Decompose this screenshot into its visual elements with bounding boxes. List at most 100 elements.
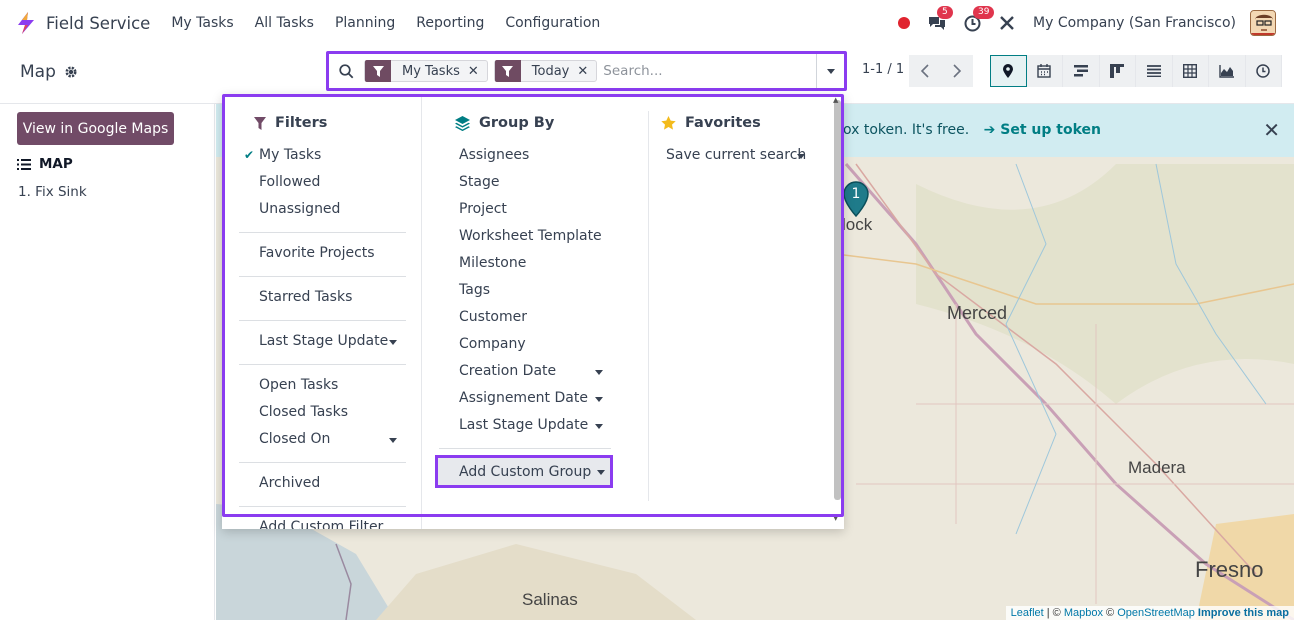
divider xyxy=(239,232,406,233)
view-switcher xyxy=(990,55,1282,87)
add-custom-group-select[interactable]: Add Custom Group xyxy=(435,455,613,488)
breadcrumb: Map xyxy=(20,62,78,82)
map-label-lock: lock xyxy=(842,215,873,234)
facet-today: Today ✕ xyxy=(493,60,598,82)
pager-next-button[interactable] xyxy=(941,55,973,87)
view-calendar-button[interactable] xyxy=(1026,55,1063,87)
record-status-dot[interactable] xyxy=(898,17,911,29)
caret-down-icon xyxy=(826,68,835,74)
scroll-down-icon[interactable]: ▼ xyxy=(833,514,842,523)
view-activity-button[interactable] xyxy=(1245,55,1282,87)
add-custom-filter-button[interactable]: Add Custom Filter xyxy=(259,519,383,529)
improve-map-link[interactable]: Improve this map xyxy=(1198,607,1289,619)
gear-icon[interactable] xyxy=(64,65,78,79)
map-label-fresno: Fresno xyxy=(1195,557,1264,582)
filter-icon xyxy=(494,60,521,82)
close-icon[interactable]: ✕ xyxy=(1263,118,1280,142)
filter-favorite-projects[interactable]: Favorite Projects xyxy=(259,245,375,261)
view-gantt-button[interactable] xyxy=(1063,55,1100,87)
map-marker-icon xyxy=(1003,64,1014,78)
activities-button[interactable]: 39 xyxy=(964,5,995,32)
filters-header: Filters xyxy=(254,115,327,131)
avatar-face-icon xyxy=(1251,11,1275,35)
view-pivot-button[interactable] xyxy=(1172,55,1209,87)
menu-configuration[interactable]: Configuration xyxy=(505,15,600,31)
leaflet-link[interactable]: Leaflet xyxy=(1011,607,1044,619)
pager-previous-button[interactable] xyxy=(909,55,941,87)
groupby-last-stage-update[interactable]: Last Stage Update xyxy=(459,417,588,433)
kanban-icon xyxy=(1110,64,1125,78)
map-label-salinas: Salinas xyxy=(522,590,578,609)
app-brand[interactable]: Field Service xyxy=(16,0,150,46)
debug-tools-button[interactable] xyxy=(999,15,1015,31)
groupby-worksheet-template[interactable]: Worksheet Template xyxy=(459,228,602,244)
pager-value[interactable]: 1-1 / 1 xyxy=(862,62,904,77)
filter-archived[interactable]: Archived xyxy=(259,475,320,491)
divider xyxy=(239,276,406,277)
view-map-button[interactable] xyxy=(990,55,1027,87)
map-marker[interactable]: 1 xyxy=(842,181,870,218)
filter-last-stage-update[interactable]: Last Stage Update xyxy=(259,333,388,349)
search-input[interactable] xyxy=(603,63,814,79)
divider xyxy=(239,320,406,321)
top-navbar: Field Service My Tasks All Tasks Plannin… xyxy=(0,0,1294,46)
filter-closed-on[interactable]: Closed On xyxy=(259,431,330,447)
messages-button[interactable]: 5 xyxy=(928,6,953,31)
divider xyxy=(239,506,406,507)
menu-planning[interactable]: Planning xyxy=(335,15,395,31)
menu-reporting[interactable]: Reporting xyxy=(416,15,484,31)
groupby-tags[interactable]: Tags xyxy=(459,282,490,298)
favorites-column: Favorites Save current search xyxy=(648,111,828,501)
gantt-icon xyxy=(1073,65,1088,77)
filter-starred-tasks[interactable]: Starred Tasks xyxy=(259,289,352,305)
favorites-header: Favorites xyxy=(661,115,761,131)
mapbox-link[interactable]: Mapbox xyxy=(1064,607,1103,619)
list-icon xyxy=(1146,65,1161,77)
groupby-company[interactable]: Company xyxy=(459,336,526,352)
map-label-merced: Merced xyxy=(947,303,1008,323)
layers-icon xyxy=(455,115,470,131)
map-sidebar: View in Google Maps MAP 1. Fix Sink xyxy=(0,104,215,620)
map-label-madera: Madera xyxy=(1128,458,1186,477)
map-attribution: Leaflet | © Mapbox © OpenStreetMap Impro… xyxy=(1005,606,1294,620)
search-options-toggle[interactable] xyxy=(816,54,844,88)
groupby-assignement-date[interactable]: Assignement Date xyxy=(459,390,588,406)
menu-my-tasks[interactable]: My Tasks xyxy=(171,15,233,31)
groupby-customer[interactable]: Customer xyxy=(459,309,527,325)
clock-icon xyxy=(1256,64,1270,78)
groupby-project[interactable]: Project xyxy=(459,201,507,217)
remove-facet-icon[interactable]: ✕ xyxy=(577,64,596,79)
search-bar: My Tasks ✕ Today ✕ xyxy=(326,51,847,91)
view-in-google-maps-button[interactable]: View in Google Maps xyxy=(17,112,174,145)
scroll-up-icon[interactable]: ▲ xyxy=(833,96,842,105)
facet-my-tasks: My Tasks ✕ xyxy=(364,60,488,82)
filter-open-tasks[interactable]: Open Tasks xyxy=(259,377,338,393)
map-record-item[interactable]: 1. Fix Sink xyxy=(18,184,87,200)
user-avatar[interactable] xyxy=(1250,10,1276,36)
groupby-milestone[interactable]: Milestone xyxy=(459,255,526,271)
save-current-search-toggle[interactable]: Save current search xyxy=(666,147,806,163)
filter-closed-tasks[interactable]: Closed Tasks xyxy=(259,404,348,420)
filter-my-tasks[interactable]: My Tasks xyxy=(259,147,321,163)
remove-facet-icon[interactable]: ✕ xyxy=(468,64,487,79)
filter-followed[interactable]: Followed xyxy=(259,174,320,190)
company-switcher[interactable]: My Company (San Francisco) xyxy=(1033,15,1236,31)
map-header-label: MAP xyxy=(39,156,73,172)
view-graph-button[interactable] xyxy=(1209,55,1246,87)
systray: 5 39 My Company (San Francisco) xyxy=(898,0,1276,46)
divider xyxy=(239,462,406,463)
groupby-assignees[interactable]: Assignees xyxy=(459,147,529,163)
menu-all-tasks[interactable]: All Tasks xyxy=(255,15,314,31)
groupby-creation-date[interactable]: Creation Date xyxy=(459,363,556,379)
set-up-token-link[interactable]: ➔ Set up token xyxy=(984,122,1101,138)
facet-label: Today xyxy=(531,63,570,79)
dropdown-scrollbar[interactable] xyxy=(834,100,841,500)
groupby-stage[interactable]: Stage xyxy=(459,174,499,190)
divider xyxy=(239,364,406,365)
view-list-button[interactable] xyxy=(1136,55,1173,87)
area-chart-icon xyxy=(1219,64,1235,78)
osm-link[interactable]: OpenStreetMap xyxy=(1117,607,1195,619)
filter-unassigned[interactable]: Unassigned xyxy=(259,201,340,217)
divider xyxy=(439,448,611,449)
view-kanban-button[interactable] xyxy=(1099,55,1136,87)
